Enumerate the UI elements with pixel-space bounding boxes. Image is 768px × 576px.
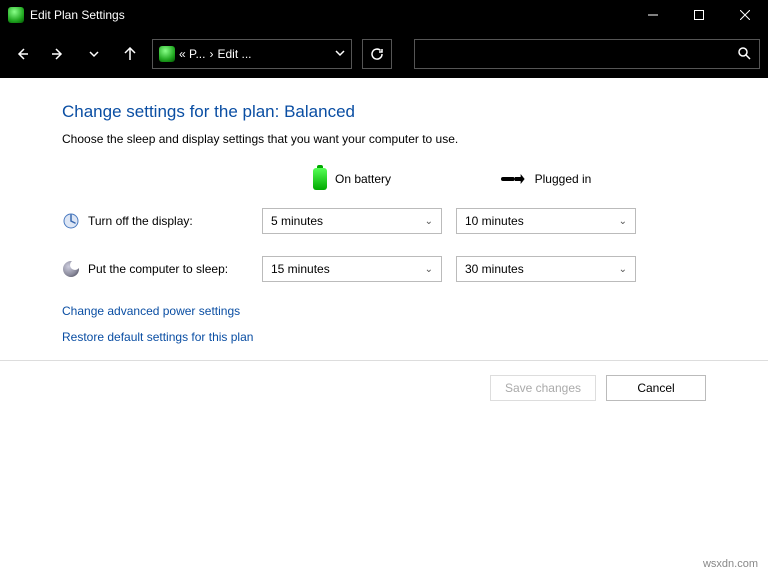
breadcrumb-seg2[interactable]: Edit ... bbox=[217, 47, 251, 61]
window-controls bbox=[630, 0, 768, 30]
refresh-button[interactable] bbox=[362, 39, 392, 69]
search-input[interactable] bbox=[414, 39, 760, 69]
on-battery-header: On battery bbox=[262, 168, 442, 190]
chevron-down-icon: ⌄ bbox=[425, 264, 433, 275]
up-button[interactable] bbox=[116, 40, 144, 68]
turn-off-display-battery-dropdown[interactable]: 5 minutes ⌄ bbox=[262, 208, 442, 234]
dropdown-value: 5 minutes bbox=[271, 214, 323, 228]
battery-icon bbox=[313, 168, 327, 190]
turn-off-display-row: Turn off the display: 5 minutes ⌄ 10 min… bbox=[62, 208, 768, 234]
app-icon bbox=[8, 7, 24, 23]
dropdown-value: 15 minutes bbox=[271, 262, 330, 276]
window-title: Edit Plan Settings bbox=[30, 8, 630, 22]
plugged-in-label: Plugged in bbox=[535, 172, 592, 186]
forward-button[interactable] bbox=[44, 40, 72, 68]
sleep-plugged-dropdown[interactable]: 30 minutes ⌄ bbox=[456, 256, 636, 282]
sleep-battery-dropdown[interactable]: 15 minutes ⌄ bbox=[262, 256, 442, 282]
turn-off-display-label-group: Turn off the display: bbox=[62, 212, 262, 230]
address-icon bbox=[159, 46, 175, 62]
dropdown-value: 10 minutes bbox=[465, 214, 524, 228]
breadcrumb-sep: › bbox=[209, 47, 213, 61]
back-button[interactable] bbox=[8, 40, 36, 68]
page-title: Change settings for the plan: Balanced bbox=[62, 102, 768, 122]
navigation-bar: « P... › Edit ... bbox=[0, 30, 768, 78]
breadcrumb-seg1[interactable]: « P... bbox=[179, 47, 205, 61]
minimize-button[interactable] bbox=[630, 0, 676, 30]
chevron-down-icon: ⌄ bbox=[619, 264, 627, 275]
close-button[interactable] bbox=[722, 0, 768, 30]
maximize-button[interactable] bbox=[676, 0, 722, 30]
content-area: Change settings for the plan: Balanced C… bbox=[0, 78, 768, 344]
chevron-down-icon: ⌄ bbox=[619, 216, 627, 227]
on-battery-label: On battery bbox=[335, 172, 391, 186]
save-button[interactable]: Save changes bbox=[490, 375, 596, 401]
display-icon bbox=[62, 212, 80, 230]
watermark: wsxdn.com bbox=[703, 558, 758, 570]
dropdown-value: 30 minutes bbox=[465, 262, 524, 276]
action-buttons: Save changes Cancel bbox=[0, 361, 768, 401]
search-icon bbox=[737, 46, 751, 63]
cancel-button[interactable]: Cancel bbox=[606, 375, 706, 401]
restore-defaults-link[interactable]: Restore default settings for this plan bbox=[62, 330, 768, 344]
address-bar[interactable]: « P... › Edit ... bbox=[152, 39, 352, 69]
sleep-row: Put the computer to sleep: 15 minutes ⌄ … bbox=[62, 256, 768, 282]
chevron-down-icon[interactable] bbox=[335, 47, 345, 61]
plug-icon bbox=[501, 173, 527, 185]
page-description: Choose the sleep and display settings th… bbox=[62, 132, 768, 146]
chevron-down-icon: ⌄ bbox=[425, 216, 433, 227]
plugged-in-header: Plugged in bbox=[456, 168, 636, 190]
sleep-label: Put the computer to sleep: bbox=[88, 262, 228, 276]
turn-off-display-label: Turn off the display: bbox=[88, 214, 193, 228]
window-titlebar: Edit Plan Settings bbox=[0, 0, 768, 30]
column-headers: On battery Plugged in bbox=[262, 168, 768, 190]
turn-off-display-plugged-dropdown[interactable]: 10 minutes ⌄ bbox=[456, 208, 636, 234]
recent-locations-button[interactable] bbox=[80, 40, 108, 68]
moon-icon bbox=[62, 260, 80, 278]
change-advanced-link[interactable]: Change advanced power settings bbox=[62, 304, 768, 318]
links-section: Change advanced power settings Restore d… bbox=[62, 304, 768, 344]
sleep-label-group: Put the computer to sleep: bbox=[62, 260, 262, 278]
